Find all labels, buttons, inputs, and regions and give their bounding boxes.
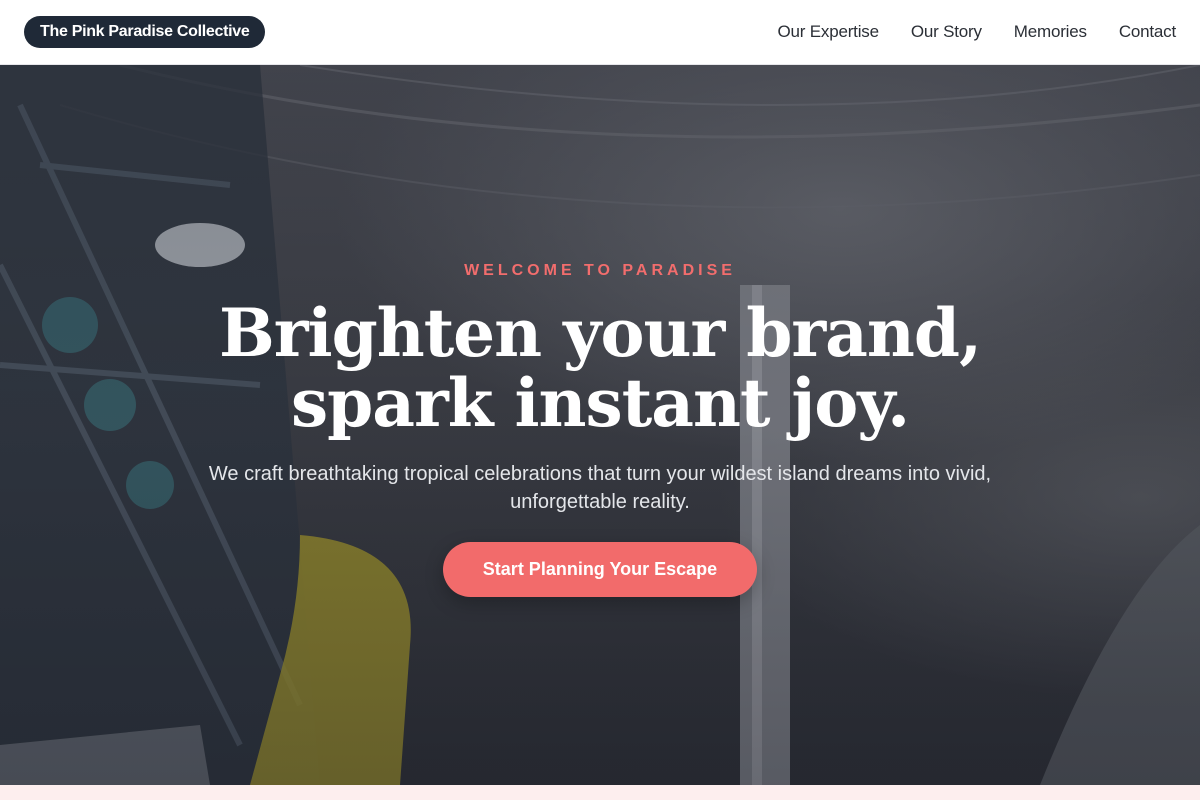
hero-content: WELCOME TO PARADISE Brighten your brand,… <box>0 65 1200 785</box>
site-header: The Pink Paradise Collective Our Experti… <box>0 0 1200 65</box>
hero-headline: Brighten your brand, spark instant joy. <box>150 298 1050 438</box>
hero-section: WELCOME TO PARADISE Brighten your brand,… <box>0 65 1200 785</box>
nav-our-story[interactable]: Our Story <box>911 22 982 42</box>
nav-our-expertise[interactable]: Our Expertise <box>778 22 880 42</box>
main-nav: Our Expertise Our Story Memories Contact <box>778 22 1177 42</box>
nav-contact[interactable]: Contact <box>1119 22 1176 42</box>
start-planning-button[interactable]: Start Planning Your Escape <box>442 542 758 597</box>
hero-subtext: We craft breathtaking tropical celebrati… <box>208 463 992 513</box>
hero-headline-line-2: spark instant joy. <box>290 364 910 442</box>
next-section-edge <box>0 785 1200 800</box>
hero-headline-line-1: Brighten your brand, <box>218 294 982 372</box>
brand-logo-pill[interactable]: The Pink Paradise Collective <box>24 16 266 48</box>
nav-memories[interactable]: Memories <box>1014 22 1087 42</box>
hero-eyebrow: WELCOME TO PARADISE <box>464 262 736 279</box>
